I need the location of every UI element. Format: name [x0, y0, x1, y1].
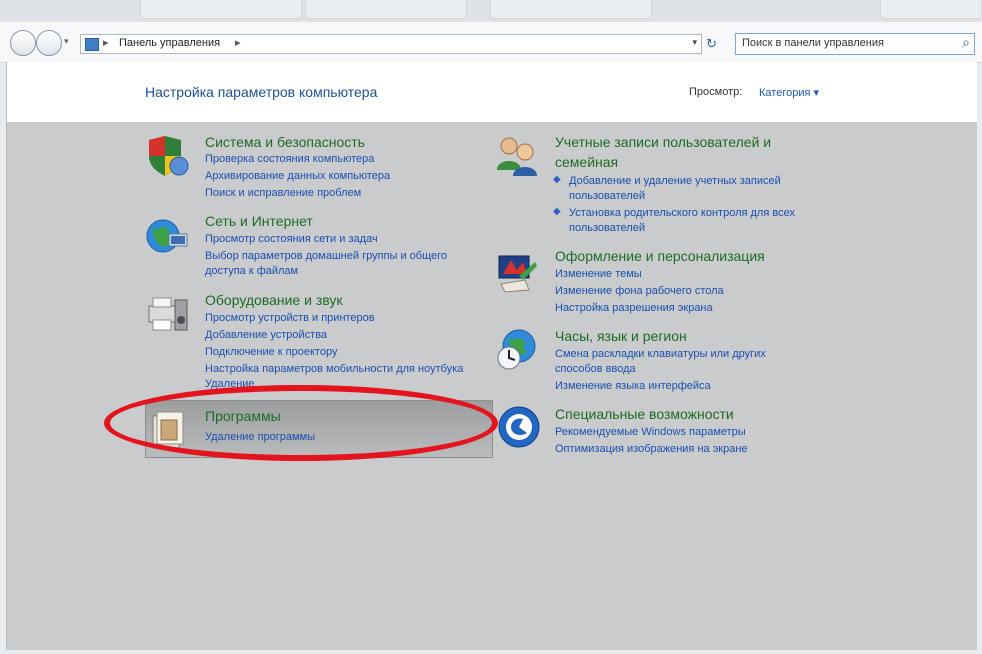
- users-icon: [497, 137, 537, 176]
- category-appearance[interactable]: Оформление и персонализация: [555, 248, 765, 264]
- link-parental-control[interactable]: Установка родительского контроля для все…: [569, 207, 795, 219]
- paint-display-icon: [498, 255, 537, 293]
- link-homegroup[interactable]: Выбор параметров домашней группы и общег…: [205, 250, 447, 262]
- category-hardware-sound[interactable]: Оборудование и звук: [205, 292, 343, 308]
- search-input[interactable]: Поиск в панели управления ⌕: [735, 33, 975, 55]
- link-change-theme[interactable]: Изменение темы: [555, 268, 642, 280]
- address-dropdown-icon[interactable]: ▾: [692, 37, 697, 48]
- search-icon[interactable]: ⌕: [962, 34, 970, 51]
- page-title: Настройка параметров компьютера: [145, 84, 378, 100]
- forward-button[interactable]: [36, 30, 62, 56]
- category-user-accounts[interactable]: Учетные записи пользователей и: [555, 134, 771, 150]
- link-display-language[interactable]: Изменение языка интерфейса: [555, 380, 711, 392]
- view-by-label: Просмотр:: [689, 86, 743, 98]
- category-system-security[interactable]: Система и безопасность: [205, 134, 365, 150]
- link-projector[interactable]: Подключение к проектору: [205, 346, 337, 358]
- link-parental-control-cont[interactable]: пользователей: [569, 222, 645, 234]
- uac-shield-icon: ◆: [553, 206, 561, 217]
- breadcrumb[interactable]: ▸ Панель управления ▸ ▾: [80, 34, 702, 54]
- uac-shield-icon: ◆: [553, 174, 561, 185]
- clock-globe-icon: [497, 329, 536, 370]
- link-screen-resolution[interactable]: Настройка разрешения экрана: [555, 302, 713, 314]
- link-desktop-background[interactable]: Изменение фона рабочего стола: [555, 285, 724, 297]
- view-by-dropdown[interactable]: Категория ▾: [759, 86, 819, 99]
- link-keyboard-layout-cont[interactable]: способов ввода: [555, 363, 636, 375]
- category-clock-language-region[interactable]: Часы, язык и регион: [555, 328, 687, 344]
- link-windows-suggested-settings[interactable]: Рекомендуемые Windows параметры: [555, 426, 746, 438]
- control-panel-icon: [85, 38, 99, 51]
- address-bar: ▾ ▸ Панель управления ▸ ▾ ↻ Поиск в пане…: [0, 22, 982, 63]
- link-check-status[interactable]: Проверка состояния компьютера: [205, 153, 374, 165]
- category-user-accounts-cont[interactable]: семейная: [555, 154, 618, 170]
- tab[interactable]: [140, 0, 302, 19]
- tab[interactable]: [305, 0, 467, 19]
- link-devices-printers[interactable]: Просмотр устройств и принтеров: [205, 312, 375, 324]
- breadcrumb-separator[interactable]: ▸: [235, 36, 241, 49]
- breadcrumb-control-panel[interactable]: Панель управления: [119, 37, 220, 49]
- link-backup[interactable]: Архивирование данных компьютера: [205, 170, 390, 182]
- link-keyboard-layout[interactable]: Смена раскладки клавиатуры или других: [555, 348, 766, 360]
- control-panel-content: Настройка параметров компьютера Просмотр…: [6, 62, 977, 650]
- shield-flag-icon: [149, 136, 189, 176]
- link-mobility[interactable]: Настройка параметров мобильности для ноу…: [205, 363, 463, 375]
- back-button[interactable]: [10, 30, 36, 56]
- header-band: Настройка параметров компьютера Просмотр…: [7, 62, 977, 122]
- search-placeholder: Поиск в панели управления: [742, 37, 884, 49]
- tab[interactable]: [490, 0, 652, 19]
- tab[interactable]: [880, 0, 982, 19]
- annotation-circle: [104, 385, 498, 461]
- breadcrumb-separator: ▸: [103, 37, 109, 49]
- refresh-icon[interactable]: ↻: [706, 36, 717, 52]
- category-ease-of-access[interactable]: Специальные возможности: [555, 406, 734, 422]
- link-add-device[interactable]: Добавление устройства: [205, 329, 327, 341]
- link-troubleshoot[interactable]: Поиск и исправление проблем: [205, 187, 361, 199]
- link-add-remove-accounts[interactable]: Добавление и удаление учетных записей: [569, 175, 781, 187]
- accessibility-icon: [498, 406, 540, 448]
- link-add-remove-accounts-cont[interactable]: пользователей: [569, 190, 645, 202]
- link-optimize-display[interactable]: Оптимизация изображения на экране: [555, 443, 748, 455]
- globe-network-icon: [146, 219, 188, 253]
- browser-tab-strip: [0, 0, 982, 22]
- link-network-status[interactable]: Просмотр состояния сети и задач: [205, 233, 378, 245]
- category-network-internet[interactable]: Сеть и Интернет: [205, 213, 313, 229]
- printer-speaker-icon: [148, 297, 188, 331]
- link-homegroup-cont[interactable]: доступа к файлам: [205, 265, 298, 277]
- recent-pages-dropdown-icon[interactable]: ▾: [64, 36, 69, 47]
